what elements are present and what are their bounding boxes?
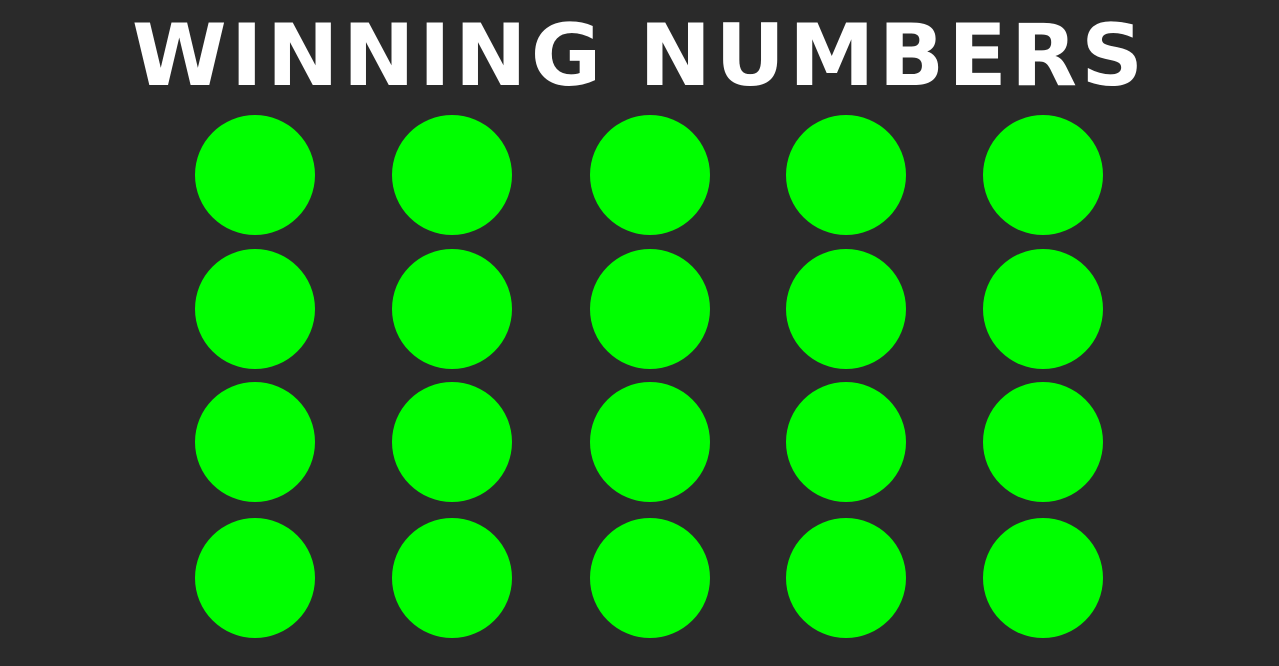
ball-number xyxy=(983,249,1103,369)
number-ball[interactable] xyxy=(195,249,315,369)
ball-number xyxy=(786,249,906,369)
number-ball[interactable] xyxy=(195,115,315,235)
ball-number xyxy=(590,249,710,369)
number-ball[interactable] xyxy=(786,249,906,369)
ball-number xyxy=(392,382,512,502)
number-ball[interactable] xyxy=(392,115,512,235)
number-ball[interactable] xyxy=(590,518,710,638)
number-ball[interactable] xyxy=(590,249,710,369)
ball-number xyxy=(590,115,710,235)
number-ball[interactable] xyxy=(786,115,906,235)
ball-number xyxy=(983,115,1103,235)
number-ball[interactable] xyxy=(786,518,906,638)
ball-number xyxy=(786,382,906,502)
ball-number xyxy=(195,249,315,369)
number-ball[interactable] xyxy=(392,518,512,638)
number-ball[interactable] xyxy=(590,382,710,502)
ball-number xyxy=(195,518,315,638)
number-ball[interactable] xyxy=(983,382,1103,502)
ball-number xyxy=(590,382,710,502)
number-ball[interactable] xyxy=(195,382,315,502)
number-ball[interactable] xyxy=(590,115,710,235)
ball-number xyxy=(195,115,315,235)
number-ball[interactable] xyxy=(195,518,315,638)
number-ball[interactable] xyxy=(786,382,906,502)
ball-number xyxy=(392,249,512,369)
ball-number xyxy=(392,518,512,638)
number-ball[interactable] xyxy=(983,115,1103,235)
ball-number xyxy=(786,518,906,638)
number-ball[interactable] xyxy=(392,249,512,369)
number-ball[interactable] xyxy=(983,518,1103,638)
ball-number xyxy=(392,115,512,235)
ball-number xyxy=(195,382,315,502)
ball-number xyxy=(983,518,1103,638)
ball-number xyxy=(983,382,1103,502)
number-ball[interactable] xyxy=(983,249,1103,369)
number-ball[interactable] xyxy=(392,382,512,502)
ball-number xyxy=(590,518,710,638)
ball-number xyxy=(786,115,906,235)
winning-numbers-grid xyxy=(0,0,1279,666)
